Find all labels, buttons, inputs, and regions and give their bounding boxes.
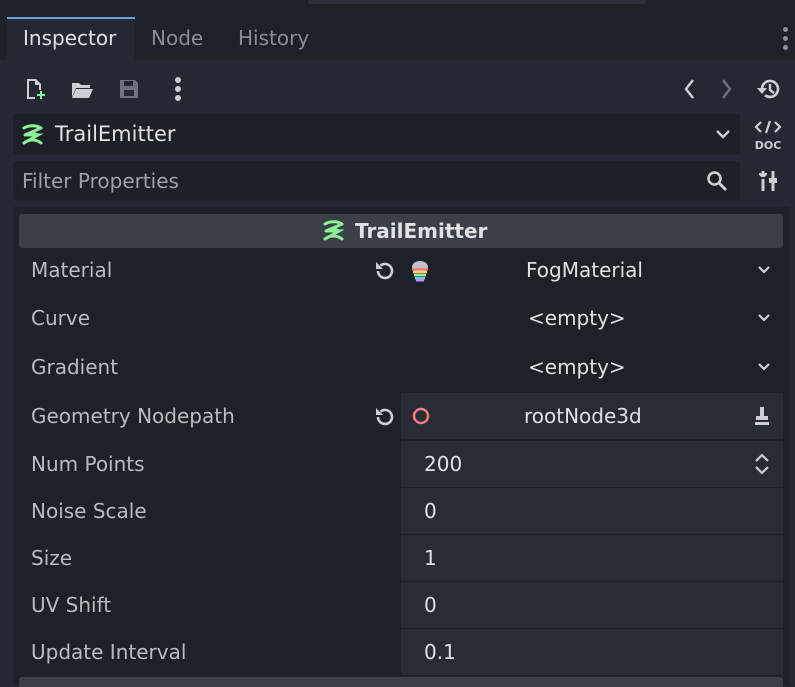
num-points-spinbox[interactable]: 200 (401, 441, 783, 487)
next-section-header[interactable] (19, 677, 783, 687)
size-field[interactable]: 1 (401, 535, 783, 581)
dock-tab-bar: Inspector Node History (0, 17, 795, 60)
back-icon[interactable] (675, 74, 705, 104)
section-header[interactable]: TrailEmitter (19, 214, 783, 248)
nodepath-picker[interactable]: rootNode3d (401, 393, 783, 439)
search-icon (706, 170, 728, 192)
chevron-down-icon[interactable] (757, 359, 771, 373)
gradient-resource-picker[interactable]: <empty> (401, 344, 783, 390)
tab-history[interactable]: History (222, 17, 325, 60)
property-value: 200 (424, 452, 463, 476)
more-icon[interactable] (163, 74, 193, 104)
property-label: Size (31, 546, 73, 570)
property-value: 1 (424, 546, 437, 570)
open-folder-icon[interactable] (67, 74, 97, 104)
object-name: TrailEmitter (55, 122, 176, 146)
property-value: <empty> (528, 355, 626, 379)
filter-properties-input[interactable] (13, 161, 702, 200)
property-row-size: Size 1 (19, 535, 783, 581)
material-resource-picker[interactable]: FogMaterial (401, 247, 783, 293)
fog-material-preview-icon (409, 258, 431, 282)
property-label: Gradient (31, 355, 119, 379)
filter-properties-field (13, 161, 740, 200)
save-icon[interactable] (114, 74, 144, 104)
history-icon[interactable] (753, 74, 783, 104)
forward-icon[interactable] (711, 74, 741, 104)
property-row-num-points: Num Points 200 (19, 441, 783, 487)
trail-emitter-node-icon (322, 219, 346, 243)
property-row-gradient: Gradient <empty> (19, 344, 783, 390)
property-value: 0 (424, 593, 437, 617)
object-selector[interactable]: TrailEmitter (13, 114, 740, 155)
property-value: 0 (424, 499, 437, 523)
property-label: Curve (31, 306, 91, 330)
dock-menu-icon[interactable] (781, 25, 789, 53)
property-row-noise-scale: Noise Scale 0 (19, 488, 783, 534)
property-row-update-interval: Update Interval 0.1 (19, 629, 783, 675)
property-row-uv-shift: UV Shift 0 (19, 582, 783, 628)
chevron-down-icon[interactable] (757, 262, 771, 276)
trail-emitter-node-icon (21, 123, 45, 147)
property-row-geometry-nodepath: Geometry Nodepath rootNode3d (19, 393, 783, 439)
property-value: 0.1 (424, 640, 456, 664)
chevron-down-icon[interactable] (715, 128, 731, 140)
new-resource-icon[interactable] (20, 74, 50, 104)
property-value: FogMaterial (526, 258, 643, 282)
noise-scale-field[interactable]: 0 (401, 488, 783, 534)
stepper-arrows-icon[interactable] (754, 453, 770, 475)
section-title: TrailEmitter (355, 219, 488, 243)
tab-inspector[interactable]: Inspector (7, 17, 135, 60)
property-label: Geometry Nodepath (31, 404, 235, 428)
uv-shift-field[interactable]: 0 (401, 582, 783, 628)
property-row-material: Material FogMaterial (19, 247, 783, 293)
chevron-down-icon[interactable] (757, 310, 771, 324)
top-tab-lip (308, 0, 646, 4)
property-row-curve: Curve <empty> (19, 295, 783, 341)
property-label: Update Interval (31, 640, 187, 664)
update-interval-field[interactable]: 0.1 (401, 629, 783, 675)
properties-panel: TrailEmitter Material FogMaterial Curve … (13, 207, 789, 687)
top-strip (0, 0, 795, 17)
node3d-icon (412, 407, 430, 425)
revert-icon[interactable] (373, 406, 395, 428)
property-label: UV Shift (31, 593, 112, 617)
revert-icon[interactable] (373, 260, 395, 282)
property-label: Material (31, 258, 113, 282)
property-value: rootNode3d (524, 404, 642, 428)
tab-node[interactable]: Node (135, 17, 219, 60)
doc-label: DOC (755, 139, 782, 152)
property-label: Num Points (31, 452, 145, 476)
tools-icon[interactable] (756, 169, 780, 193)
clear-icon[interactable] (754, 406, 770, 426)
doc-button[interactable]: DOC (751, 120, 785, 152)
property-value: <empty> (528, 306, 626, 330)
property-label: Noise Scale (31, 499, 147, 523)
curve-resource-picker[interactable]: <empty> (401, 295, 783, 341)
